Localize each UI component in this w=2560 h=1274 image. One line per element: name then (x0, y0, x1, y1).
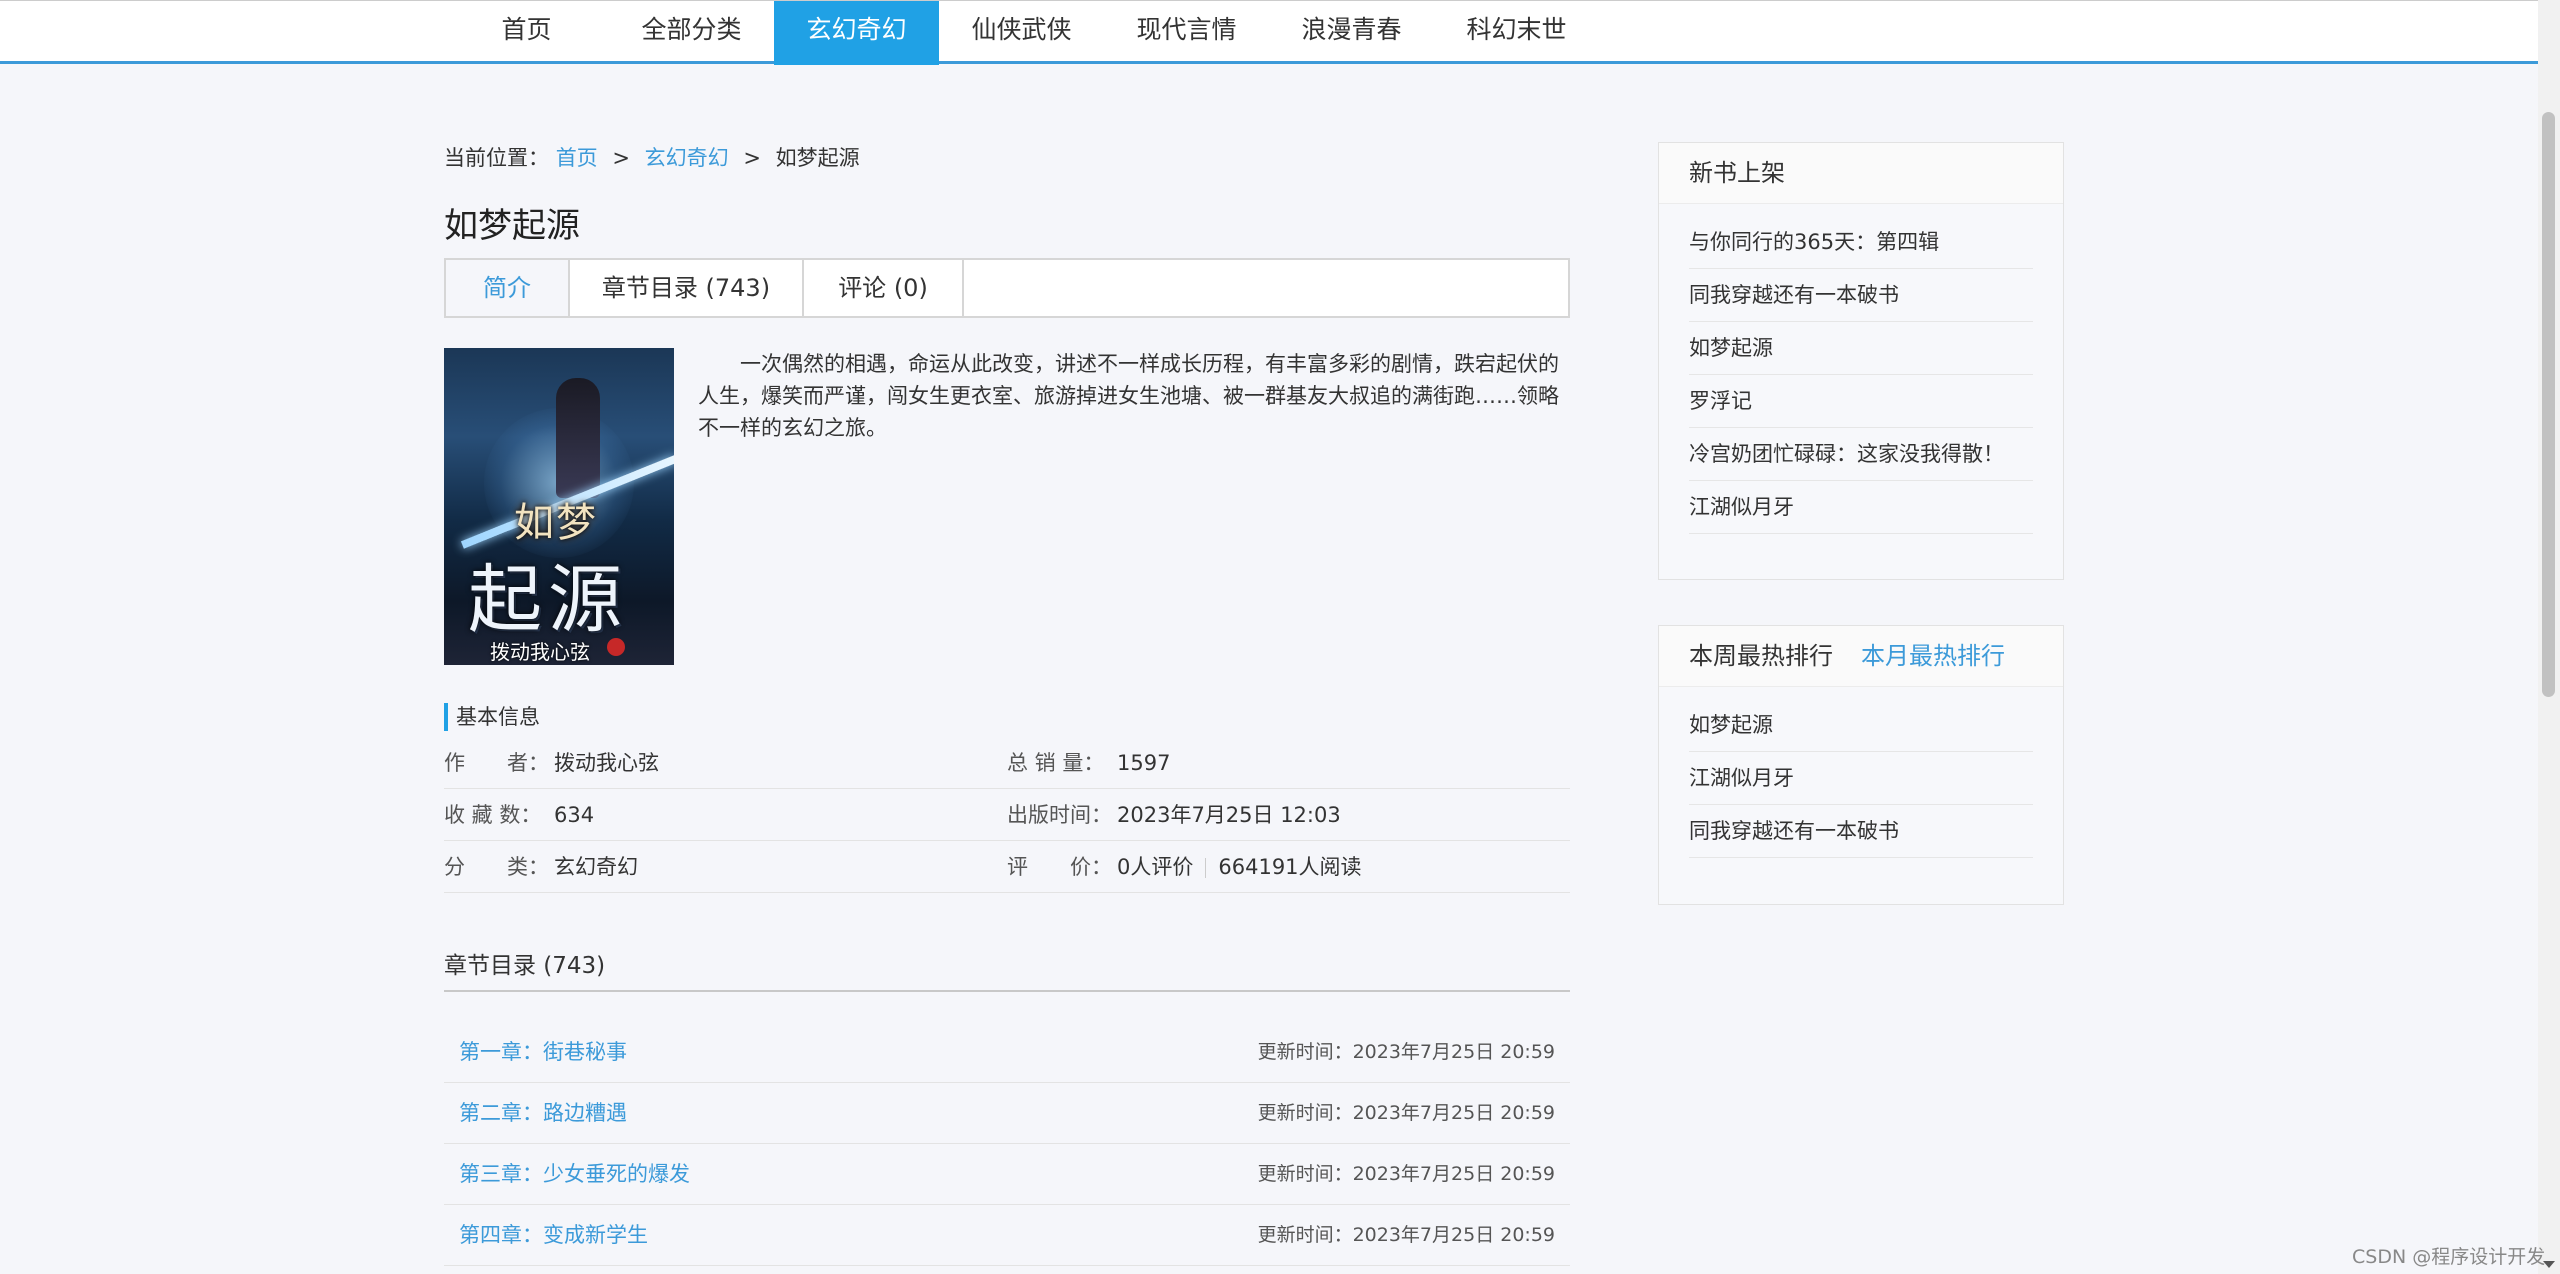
breadcrumb-separator: > (612, 146, 630, 170)
new-book-item[interactable]: 如梦起源 (1689, 322, 2033, 375)
info-rating: 评 价： 0人评价 664191人阅读 (1007, 841, 1362, 893)
info-publish-time: 出版时间： 2023年7月25日 12:03 (1007, 789, 1341, 841)
chapter-row: 第二章：路边糟遇 更新时间：2023年7月25日 20:59 (444, 1083, 1570, 1144)
breadcrumb: 当前位置： 首页 > 玄幻奇幻 > 如梦起源 (444, 142, 860, 172)
tab-chapters[interactable]: 章节目录 (743) (570, 260, 804, 316)
watermark: CSDN @程序设计开发 (2352, 1246, 2546, 1268)
info-rating-key: 评 价： (1007, 855, 1112, 879)
chapter-list: 第一章：街巷秘事 更新时间：2023年7月25日 20:59 第二章：路边糟遇 … (444, 1022, 1570, 1266)
basic-info-grid: 作 者： 拨动我心弦 总 销 量： 1597 收 藏 数： 634 出版时间： 2023… (444, 737, 1570, 893)
info-sales-value: 1597 (1117, 751, 1171, 775)
breadcrumb-current: 如梦起源 (775, 146, 860, 170)
chapter-link[interactable]: 第三章：少女垂死的爆发 (459, 1144, 690, 1204)
book-tabs: 简介 章节目录 (743) 评论 (0) (444, 258, 1570, 318)
nav-item-home[interactable]: 首页 (444, 1, 609, 65)
tab-comments[interactable]: 评论 (0) (804, 260, 964, 316)
chapter-update-time: 更新时间：2023年7月25日 20:59 (1257, 1102, 1555, 1124)
cover-title-main: 起源 (468, 557, 628, 643)
chapter-link[interactable]: 第二章：路边糟遇 (459, 1083, 627, 1143)
nav-item-modern-romance[interactable]: 现代言情 (1104, 1, 1269, 65)
info-favorites: 收 藏 数： 634 (444, 789, 594, 841)
top-nav: 首页 全部分类 玄幻奇幻 仙侠武侠 现代言情 浪漫青春 科幻末世 (0, 0, 2538, 65)
info-category-key: 分 类： (444, 855, 549, 879)
hot-rank-item[interactable]: 如梦起源 (1689, 699, 2033, 752)
page-scrollbar[interactable] (2538, 0, 2560, 1274)
chapter-link[interactable]: 第四章：变成新学生 (459, 1205, 648, 1265)
tab-weekly-hot[interactable]: 本周最热排行 (1689, 642, 1833, 670)
info-author: 作 者： 拨动我心弦 (444, 737, 659, 789)
chapter-row: 第三章：少女垂死的爆发 更新时间：2023年7月25日 20:59 (444, 1144, 1570, 1205)
nav-item-xianxia[interactable]: 仙侠武侠 (939, 1, 1104, 65)
nav-item-fantasy[interactable]: 玄幻奇幻 (774, 1, 939, 65)
new-books-title: 新书上架 (1659, 143, 2063, 204)
nav-item-all-categories[interactable]: 全部分类 (609, 1, 774, 65)
new-book-item[interactable]: 江湖似月牙 (1689, 481, 2033, 534)
new-book-item[interactable]: 冷宫奶团忙碌碌：这家没我得散！ (1689, 428, 2033, 481)
info-author-key: 作 者： (444, 751, 549, 775)
chapter-update-time: 更新时间：2023年7月25日 20:59 (1257, 1163, 1555, 1185)
chapter-link[interactable]: 第一章：街巷秘事 (459, 1022, 627, 1082)
info-row: 分 类： 玄幻奇幻 评 价： 0人评价 664191人阅读 (444, 841, 1570, 893)
new-books-panel: 新书上架 与你同行的365天：第四辑 同我穿越还有一本破书 如梦起源 罗浮记 冷… (1658, 142, 2064, 580)
tab-intro[interactable]: 简介 (446, 260, 570, 316)
info-reads-value: 664191人阅读 (1218, 855, 1362, 879)
info-row: 作 者： 拨动我心弦 总 销 量： 1597 (444, 737, 1570, 789)
hot-rank-item[interactable]: 同我穿越还有一本破书 (1689, 805, 2033, 858)
breadcrumb-category-link[interactable]: 玄幻奇幻 (645, 146, 729, 170)
page-title: 如梦起源 (444, 206, 580, 246)
cover-seal-icon (607, 638, 625, 656)
info-publish-key: 出版时间： (1007, 803, 1112, 827)
info-sales-key: 总 销 量： (1007, 751, 1105, 775)
nav-menu: 首页 全部分类 玄幻奇幻 仙侠武侠 现代言情 浪漫青春 科幻末世 (444, 1, 1599, 65)
breadcrumb-home-link[interactable]: 首页 (556, 146, 598, 170)
cover-figure (556, 378, 600, 498)
info-author-value: 拨动我心弦 (554, 751, 659, 775)
info-category-value: 玄幻奇幻 (554, 855, 638, 879)
breadcrumb-separator: > (743, 146, 761, 170)
cover-author: 拨动我心弦 (490, 640, 590, 664)
info-row: 收 藏 数： 634 出版时间： 2023年7月25日 12:03 (444, 789, 1570, 841)
hot-rank-tabs: 本周最热排行 本月最热排行 (1659, 626, 2063, 687)
hot-rank-item[interactable]: 江湖似月牙 (1689, 752, 2033, 805)
info-rating-value: 0人评价 (1117, 855, 1194, 879)
hot-rank-panel: 本周最热排行 本月最热排行 如梦起源 江湖似月牙 同我穿越还有一本破书 (1658, 625, 2064, 905)
info-publish-value: 2023年7月25日 12:03 (1117, 803, 1341, 827)
chapter-row: 第四章：变成新学生 更新时间：2023年7月25日 20:59 (444, 1205, 1570, 1266)
info-sales: 总 销 量： 1597 (1007, 737, 1170, 789)
book-intro: 一次偶然的相遇，命运从此改变，讲述不一样成长历程，有丰富多彩的剧情，跌宕起伏的人… (698, 352, 1559, 440)
chapter-row: 第一章：街巷秘事 更新时间：2023年7月25日 20:59 (444, 1022, 1570, 1083)
chapter-update-time: 更新时间：2023年7月25日 20:59 (1257, 1224, 1555, 1246)
info-favorites-key: 收 藏 数： (444, 803, 542, 827)
scrollbar-thumb[interactable] (2542, 112, 2555, 697)
new-book-item[interactable]: 同我穿越还有一本破书 (1689, 269, 2033, 322)
hot-rank-list: 如梦起源 江湖似月牙 同我穿越还有一本破书 (1659, 687, 2063, 868)
breadcrumb-prefix: 当前位置： (444, 146, 549, 170)
info-divider (1205, 858, 1207, 878)
new-books-list: 与你同行的365天：第四辑 同我穿越还有一本破书 如梦起源 罗浮记 冷宫奶团忙碌… (1659, 204, 2063, 544)
chapters-heading: 章节目录 (743) (444, 946, 1570, 992)
tab-monthly-hot[interactable]: 本月最热排行 (1861, 642, 2005, 670)
new-book-item[interactable]: 罗浮记 (1689, 375, 2033, 428)
info-favorites-value: 634 (554, 803, 595, 827)
chapter-update-time: 更新时间：2023年7月25日 20:59 (1257, 1041, 1555, 1063)
basic-info-label: 基本信息 (444, 703, 540, 731)
book-cover-image: 如梦 起源 拨动我心弦 (444, 348, 674, 665)
info-category: 分 类： 玄幻奇幻 (444, 841, 638, 893)
nav-item-youth-romance[interactable]: 浪漫青春 (1269, 1, 1434, 65)
new-book-item[interactable]: 与你同行的365天：第四辑 (1689, 216, 2033, 269)
nav-item-scifi[interactable]: 科幻末世 (1434, 1, 1599, 65)
